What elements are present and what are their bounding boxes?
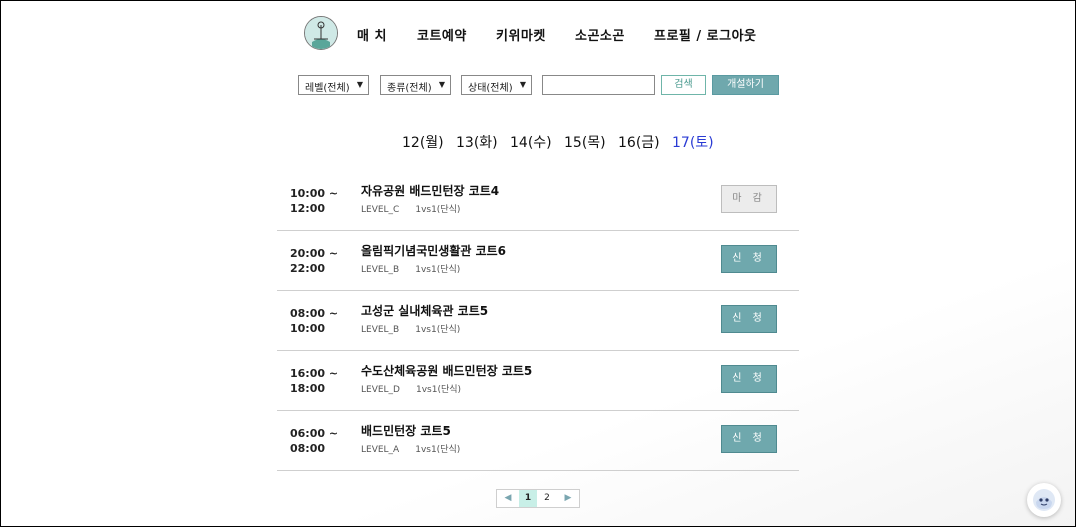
match-level: LEVEL_A [361,445,400,455]
date-tab-12[interactable]: 12(월) [402,132,444,152]
court-name[interactable]: 배드민턴장 코트5 [361,422,451,439]
match-type: 1vs1(단식) [415,445,461,455]
main-nav: 매 치 코트예약 키위마켓 소곤소곤 프로필 / 로그아웃 [1,25,1075,44]
match-meta: LEVEL_B 1vs1(단식) [361,322,460,335]
match-type: 1vs1(단식) [415,325,461,335]
match-list: 10:00 ~ 12:00 자유공원 배드민턴장 코트4 LEVEL_C 1vs1… [277,171,799,471]
court-name[interactable]: 고성군 실내체육관 코트5 [361,302,488,319]
apply-button[interactable]: 신 청 [721,245,777,273]
chevron-down-icon: ▼ [356,80,363,89]
court-name[interactable]: 수도산체육공원 배드민턴장 코트5 [361,362,532,379]
match-meta: LEVEL_B 1vs1(단식) [361,262,460,275]
nav-profile-logout[interactable]: 프로필 / 로그아웃 [654,25,757,44]
level-select-value: 레벨(전체) [305,83,350,94]
nav-community[interactable]: 소곤소곤 [575,25,625,44]
match-start-time: 10:00 ~ [290,187,339,200]
match-level: LEVEL_C [361,205,400,215]
type-select-value: 종류(전체) [387,83,432,94]
date-tab-14[interactable]: 14(수) [510,132,552,152]
list-item: 06:00 ~ 08:00 배드민턴장 코트5 LEVEL_A 1vs1(단식) … [277,411,799,471]
match-type: 1vs1(단식) [416,385,462,395]
nav-court-reservation[interactable]: 코트예약 [417,25,467,44]
apply-button[interactable]: 신 청 [721,365,777,393]
match-start-time: 06:00 ~ [290,427,339,440]
date-tab-16[interactable]: 16(금) [618,132,660,152]
date-tab-17[interactable]: 17(토) [672,132,714,152]
search-button[interactable]: 검색 [661,75,706,95]
match-start-time: 20:00 ~ [290,247,339,260]
list-item: 08:00 ~ 10:00 고성군 실내체육관 코트5 LEVEL_B 1vs1(… [277,291,799,351]
court-name[interactable]: 올림픽기념국민생활관 코트6 [361,242,506,259]
match-time: 10:00 ~ 12:00 [290,186,338,216]
match-time: 20:00 ~ 22:00 [290,246,338,276]
match-time: 08:00 ~ 10:00 [290,306,338,336]
apply-button[interactable]: 신 청 [721,305,777,333]
match-type: 1vs1(단식) [415,205,461,215]
match-level: LEVEL_B [361,325,400,335]
match-start-time: 08:00 ~ [290,307,339,320]
match-end-time: 08:00 [290,442,326,455]
date-tab-13[interactable]: 13(화) [456,132,498,152]
match-end-time: 18:00 [290,382,326,395]
page-1[interactable]: 1 [519,490,537,507]
apply-button[interactable]: 신 청 [721,425,777,453]
chevron-down-icon: ▼ [438,80,445,89]
list-item: 20:00 ~ 22:00 올림픽기념국민생활관 코트6 LEVEL_B 1vs1… [277,231,799,291]
match-start-time: 16:00 ~ [290,367,339,380]
date-tabs: 12(월) 13(화) 14(수) 15(목) 16(금) 17(토) [1,132,1075,152]
match-meta: LEVEL_A 1vs1(단식) [361,442,460,455]
create-match-button[interactable]: 개설하기 [712,75,779,95]
type-select[interactable]: 종류(전체) ▼ [380,75,451,95]
filter-bar: 레벨(전체) ▼ 종류(전체) ▼ 상태(전체) ▼ 검색 개설하기 [1,75,1075,97]
search-input[interactable] [542,75,655,95]
page-2[interactable]: 2 [538,490,556,507]
date-tab-15[interactable]: 15(목) [564,132,606,152]
level-select[interactable]: 레벨(전체) ▼ [298,75,369,95]
chatbot-face-icon[interactable] [1027,483,1061,517]
match-end-time: 12:00 [290,202,326,215]
match-type: 1vs1(단식) [415,265,461,275]
match-time: 16:00 ~ 18:00 [290,366,338,396]
list-item: 10:00 ~ 12:00 자유공원 배드민턴장 코트4 LEVEL_C 1vs1… [277,171,799,231]
pagination: ◀ 1 2 ▶ [496,489,580,508]
match-meta: LEVEL_C 1vs1(단식) [361,202,460,215]
status-select[interactable]: 상태(전체) ▼ [461,75,532,95]
app-window: 매 치 코트예약 키위마켓 소곤소곤 프로필 / 로그아웃 레벨(전체) ▼ 종… [0,0,1076,527]
court-name[interactable]: 자유공원 배드민턴장 코트4 [361,182,499,199]
match-end-time: 22:00 [290,262,326,275]
match-level: LEVEL_D [361,385,400,395]
match-time: 06:00 ~ 08:00 [290,426,338,456]
status-select-value: 상태(전체) [468,83,513,94]
nav-match[interactable]: 매 치 [357,25,387,44]
closed-button[interactable]: 마 감 [721,185,777,213]
match-meta: LEVEL_D 1vs1(단식) [361,382,461,395]
triangle-right-icon[interactable]: ▶ [559,490,577,507]
triangle-left-icon[interactable]: ◀ [499,490,517,507]
match-end-time: 10:00 [290,322,326,335]
nav-kiwi-market[interactable]: 키위마켓 [496,25,546,44]
match-level: LEVEL_B [361,265,400,275]
list-item: 16:00 ~ 18:00 수도산체육공원 배드민턴장 코트5 LEVEL_D 1… [277,351,799,411]
chevron-down-icon: ▼ [519,80,526,89]
